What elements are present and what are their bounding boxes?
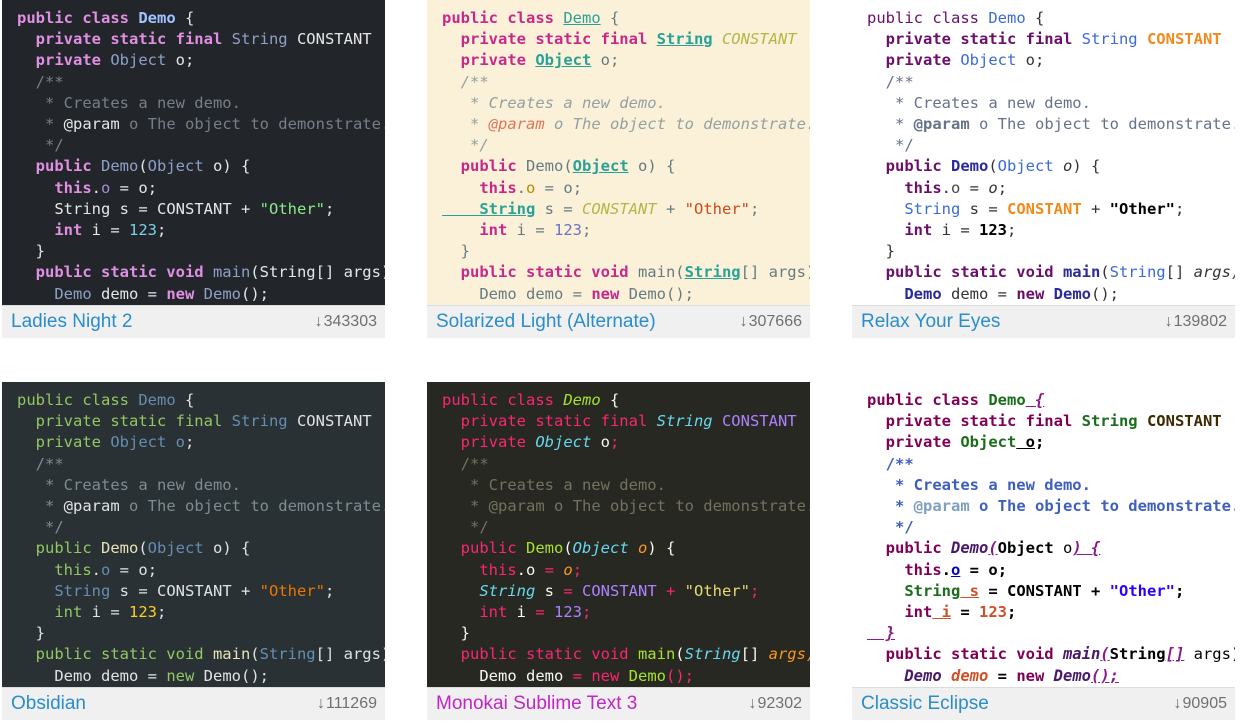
- download-count: ↓139802: [1164, 313, 1227, 330]
- theme-card-obsidian[interactable]: public class Demo { private static final…: [2, 382, 385, 720]
- theme-name[interactable]: Obsidian: [11, 693, 86, 715]
- theme-name[interactable]: Solarized Light (Alternate): [436, 311, 656, 333]
- download-count: ↓307666: [739, 313, 802, 330]
- download-icon: ↓: [314, 313, 323, 330]
- theme-name[interactable]: Classic Eclipse: [861, 693, 989, 715]
- theme-card-classic-eclipse[interactable]: public class Demo { private static final…: [852, 382, 1235, 720]
- download-count: ↓90905: [1173, 695, 1228, 712]
- theme-card-relax-your-eyes[interactable]: public class Demo { private static final…: [852, 0, 1235, 338]
- theme-card-footer: Classic Eclipse ↓90905: [852, 687, 1235, 720]
- theme-card-footer: Relax Your Eyes ↓139802: [852, 305, 1235, 338]
- download-count: ↓111269: [316, 695, 377, 712]
- code-preview: public class Demo { private static final…: [2, 0, 385, 305]
- theme-card-footer: Obsidian ↓111269: [2, 687, 385, 720]
- download-count: ↓343303: [314, 313, 377, 330]
- theme-card-footer: Ladies Night 2 ↓343303: [2, 305, 385, 338]
- download-icon: ↓: [748, 695, 757, 712]
- theme-name[interactable]: Monokai Sublime Text 3: [436, 693, 637, 715]
- theme-card-footer: Solarized Light (Alternate) ↓307666: [427, 305, 810, 338]
- theme-name[interactable]: Ladies Night 2: [11, 311, 132, 333]
- download-icon: ↓: [1173, 695, 1182, 712]
- theme-name[interactable]: Relax Your Eyes: [861, 311, 1000, 333]
- code-preview: public class Demo { private static final…: [852, 382, 1235, 687]
- theme-card-monokai-sublime-text-3[interactable]: public class Demo { private static final…: [427, 382, 810, 720]
- download-count: ↓92302: [748, 695, 803, 712]
- download-icon: ↓: [316, 695, 325, 712]
- code-preview: public class Demo { private static final…: [852, 0, 1235, 305]
- code-preview: public class Demo { private static final…: [427, 0, 810, 305]
- download-icon: ↓: [1164, 313, 1173, 330]
- theme-card-solarized-light[interactable]: public class Demo { private static final…: [427, 0, 810, 338]
- download-icon: ↓: [739, 313, 748, 330]
- code-preview: public class Demo { private static final…: [2, 382, 385, 687]
- code-preview: public class Demo { private static final…: [427, 382, 810, 687]
- theme-card-ladies-night-2[interactable]: public class Demo { private static final…: [2, 0, 385, 338]
- theme-card-footer: Monokai Sublime Text 3 ↓92302: [427, 687, 810, 720]
